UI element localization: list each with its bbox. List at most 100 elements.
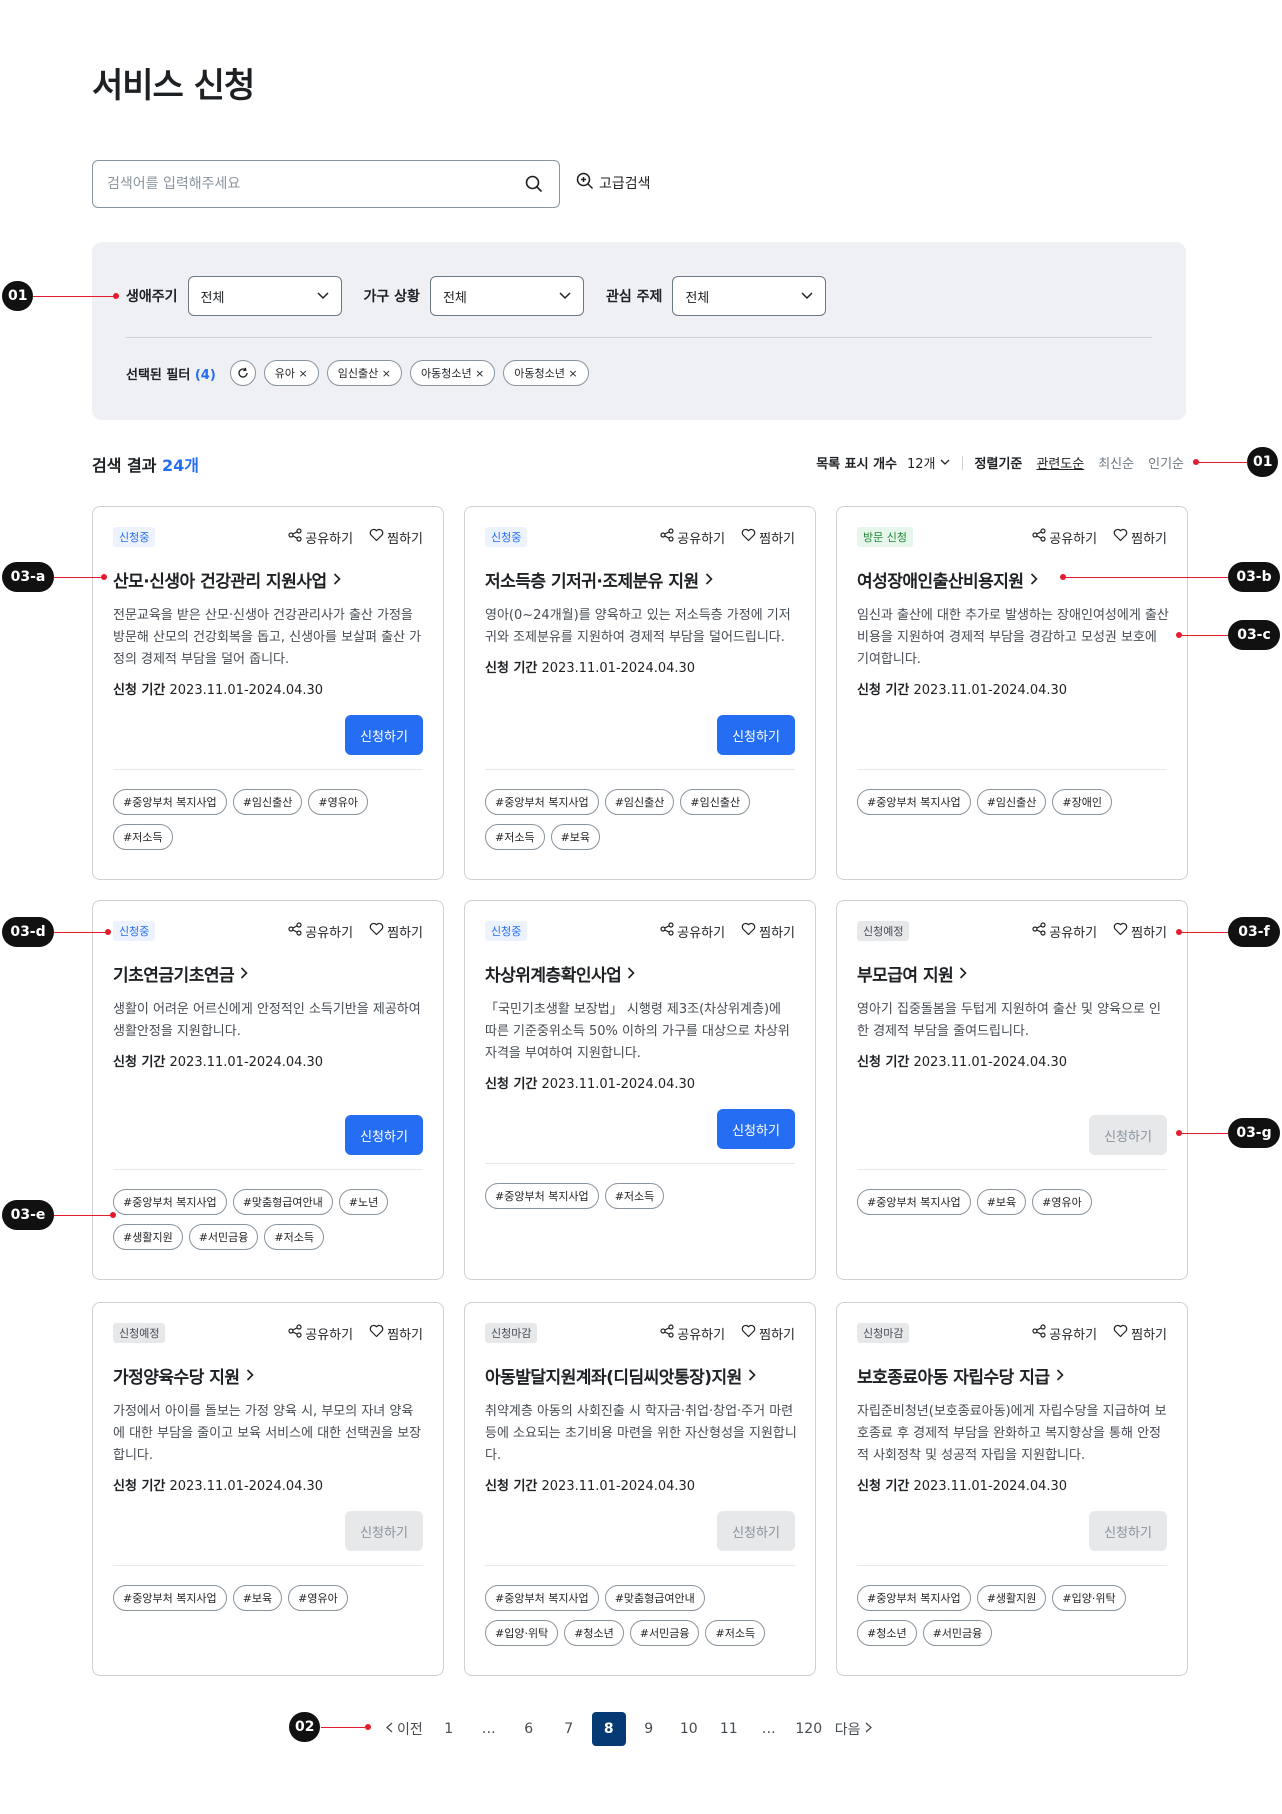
like-button[interactable]: 찜하기: [741, 1324, 795, 1343]
filter-chip[interactable]: 아동청소년 ×: [503, 360, 589, 386]
page-number[interactable]: 6: [512, 1712, 546, 1746]
like-button[interactable]: 찜하기: [369, 528, 423, 547]
share-button[interactable]: 공유하기: [288, 528, 353, 547]
service-card: 신청중 공유하기 찜하기 기초연금기초연금 생활이 어려운 어르신에게 안정적인 소득기…: [92, 900, 444, 1280]
service-title-link[interactable]: 부모급여 지원: [857, 961, 967, 986]
search-input[interactable]: [107, 176, 523, 192]
tag[interactable]: #노년: [338, 1189, 389, 1215]
share-button[interactable]: 공유하기: [288, 922, 353, 941]
tag[interactable]: #장애인: [1052, 789, 1112, 815]
per-page-select[interactable]: 12개: [907, 453, 950, 472]
tag[interactable]: #중앙부처 복지사업: [113, 789, 227, 815]
tag[interactable]: #중앙부처 복지사업: [857, 789, 971, 815]
tag[interactable]: #중앙부처 복지사업: [485, 789, 599, 815]
page-number[interactable]: 8: [591, 1712, 626, 1746]
apply-button[interactable]: 신청하기: [717, 715, 795, 755]
sort-popular[interactable]: 인기순: [1148, 453, 1184, 472]
share-button[interactable]: 공유하기: [288, 1324, 353, 1343]
page-number[interactable]: 120: [792, 1712, 826, 1746]
service-description: 가정에서 아이를 돌보는 가정 양육 시, 부모의 자녀 양육에 대한 부담을 …: [113, 1404, 422, 1463]
like-button[interactable]: 찜하기: [1113, 922, 1167, 941]
service-title-link[interactable]: 산모·신생아 건강관리 지원사업: [113, 567, 341, 592]
heart-icon: [1113, 922, 1128, 940]
tag[interactable]: #입양·위탁: [1052, 1585, 1126, 1611]
apply-button[interactable]: 신청하기: [345, 1115, 423, 1155]
tag[interactable]: #청소년: [857, 1620, 917, 1646]
page-number[interactable]: 9: [632, 1712, 666, 1746]
tag[interactable]: #저소득: [264, 1224, 324, 1250]
tag[interactable]: #임신출산: [680, 789, 751, 815]
tag[interactable]: #영유아: [288, 1585, 348, 1611]
tag[interactable]: #중앙부처 복지사업: [113, 1189, 227, 1215]
tag[interactable]: #중앙부처 복지사업: [113, 1585, 227, 1611]
share-button[interactable]: 공유하기: [1032, 922, 1097, 941]
filter-chip[interactable]: 유아 ×: [263, 360, 319, 386]
page-number[interactable]: 10: [672, 1712, 706, 1746]
tag[interactable]: #중앙부처 복지사업: [485, 1183, 599, 1209]
apply-button[interactable]: 신청하기: [1089, 1511, 1167, 1551]
tag[interactable]: #임신출산: [976, 789, 1047, 815]
service-title-link[interactable]: 차상위계층확인사업: [485, 961, 635, 986]
like-button[interactable]: 찜하기: [741, 922, 795, 941]
topic-select[interactable]: 전체: [672, 276, 827, 316]
page-number[interactable]: 7: [552, 1712, 586, 1746]
share-button[interactable]: 공유하기: [1032, 528, 1097, 547]
like-button[interactable]: 찜하기: [369, 922, 423, 941]
tag[interactable]: #맞춤형급여안내: [604, 1585, 705, 1611]
service-title-link[interactable]: 기초연금기초연금: [113, 961, 248, 986]
tag[interactable]: #저소득: [485, 824, 545, 850]
tag[interactable]: #서민금융: [188, 1224, 259, 1250]
share-button[interactable]: 공유하기: [660, 528, 725, 547]
tag[interactable]: #저소득: [705, 1620, 766, 1646]
reset-icon[interactable]: [229, 360, 256, 386]
tag[interactable]: #임신출산: [232, 789, 303, 815]
service-title-link[interactable]: 보호종료아동 자립수당 지급: [857, 1363, 1064, 1388]
like-button[interactable]: 찜하기: [1113, 528, 1167, 547]
apply-button[interactable]: 신청하기: [345, 715, 423, 755]
tag[interactable]: #보육: [976, 1189, 1027, 1215]
service-title-link[interactable]: 아동발달지원계좌(디딤씨앗통장)지원: [485, 1363, 756, 1388]
tag[interactable]: #중앙부처 복지사업: [857, 1585, 971, 1611]
advanced-search-button[interactable]: 고급검색: [576, 172, 651, 194]
tag[interactable]: #보육: [550, 824, 601, 850]
next-page-button[interactable]: 다음: [829, 1719, 878, 1739]
page-number[interactable]: 1: [432, 1712, 466, 1746]
tag[interactable]: #저소득: [113, 824, 173, 850]
tag[interactable]: #임신출산: [604, 789, 675, 815]
household-select[interactable]: 전체: [429, 276, 584, 316]
tag[interactable]: #영유아: [308, 789, 368, 815]
search-icon[interactable]: [523, 173, 545, 195]
like-button[interactable]: 찜하기: [1113, 1324, 1167, 1343]
like-button[interactable]: 찜하기: [369, 1324, 423, 1343]
like-button[interactable]: 찜하기: [741, 528, 795, 547]
service-title-link[interactable]: 가정양육수당 지원: [113, 1363, 254, 1388]
share-button[interactable]: 공유하기: [660, 922, 725, 941]
apply-button[interactable]: 신청하기: [717, 1109, 795, 1149]
tag[interactable]: #생활지원: [976, 1585, 1047, 1611]
apply-button[interactable]: 신청하기: [717, 1511, 795, 1551]
tag[interactable]: #중앙부처 복지사업: [857, 1189, 971, 1215]
share-button[interactable]: 공유하기: [660, 1324, 725, 1343]
share-button[interactable]: 공유하기: [1032, 1324, 1097, 1343]
filter-chip[interactable]: 아동청소년 ×: [409, 360, 496, 386]
tag[interactable]: #영유아: [1032, 1189, 1092, 1215]
service-title-link[interactable]: 여성장애인출산비용지원: [857, 567, 1038, 592]
tag[interactable]: #서민금융: [629, 1620, 700, 1646]
tag[interactable]: #청소년: [564, 1620, 624, 1646]
sort-relevance[interactable]: 관련도순: [1036, 453, 1084, 472]
tag[interactable]: #중앙부처 복지사업: [485, 1585, 599, 1611]
tag[interactable]: #맞춤형급여안내: [232, 1189, 333, 1215]
sort-latest[interactable]: 최신순: [1098, 453, 1134, 472]
page-number[interactable]: 11: [712, 1712, 746, 1746]
tag[interactable]: #보육: [232, 1585, 283, 1611]
tag[interactable]: #저소득: [604, 1183, 665, 1209]
filter-chip[interactable]: 임신출산 ×: [326, 360, 402, 386]
apply-button[interactable]: 신청하기: [1089, 1115, 1167, 1155]
prev-page-button[interactable]: 이전: [380, 1719, 429, 1739]
tag[interactable]: #입양·위탁: [485, 1620, 559, 1646]
tag[interactable]: #생활지원: [113, 1224, 183, 1250]
apply-button[interactable]: 신청하기: [345, 1511, 423, 1551]
service-title-link[interactable]: 저소득층 기저귀·조제분유 지원: [485, 567, 713, 592]
lifecycle-select[interactable]: 전체: [187, 276, 342, 316]
tag[interactable]: #서민금융: [922, 1620, 993, 1646]
